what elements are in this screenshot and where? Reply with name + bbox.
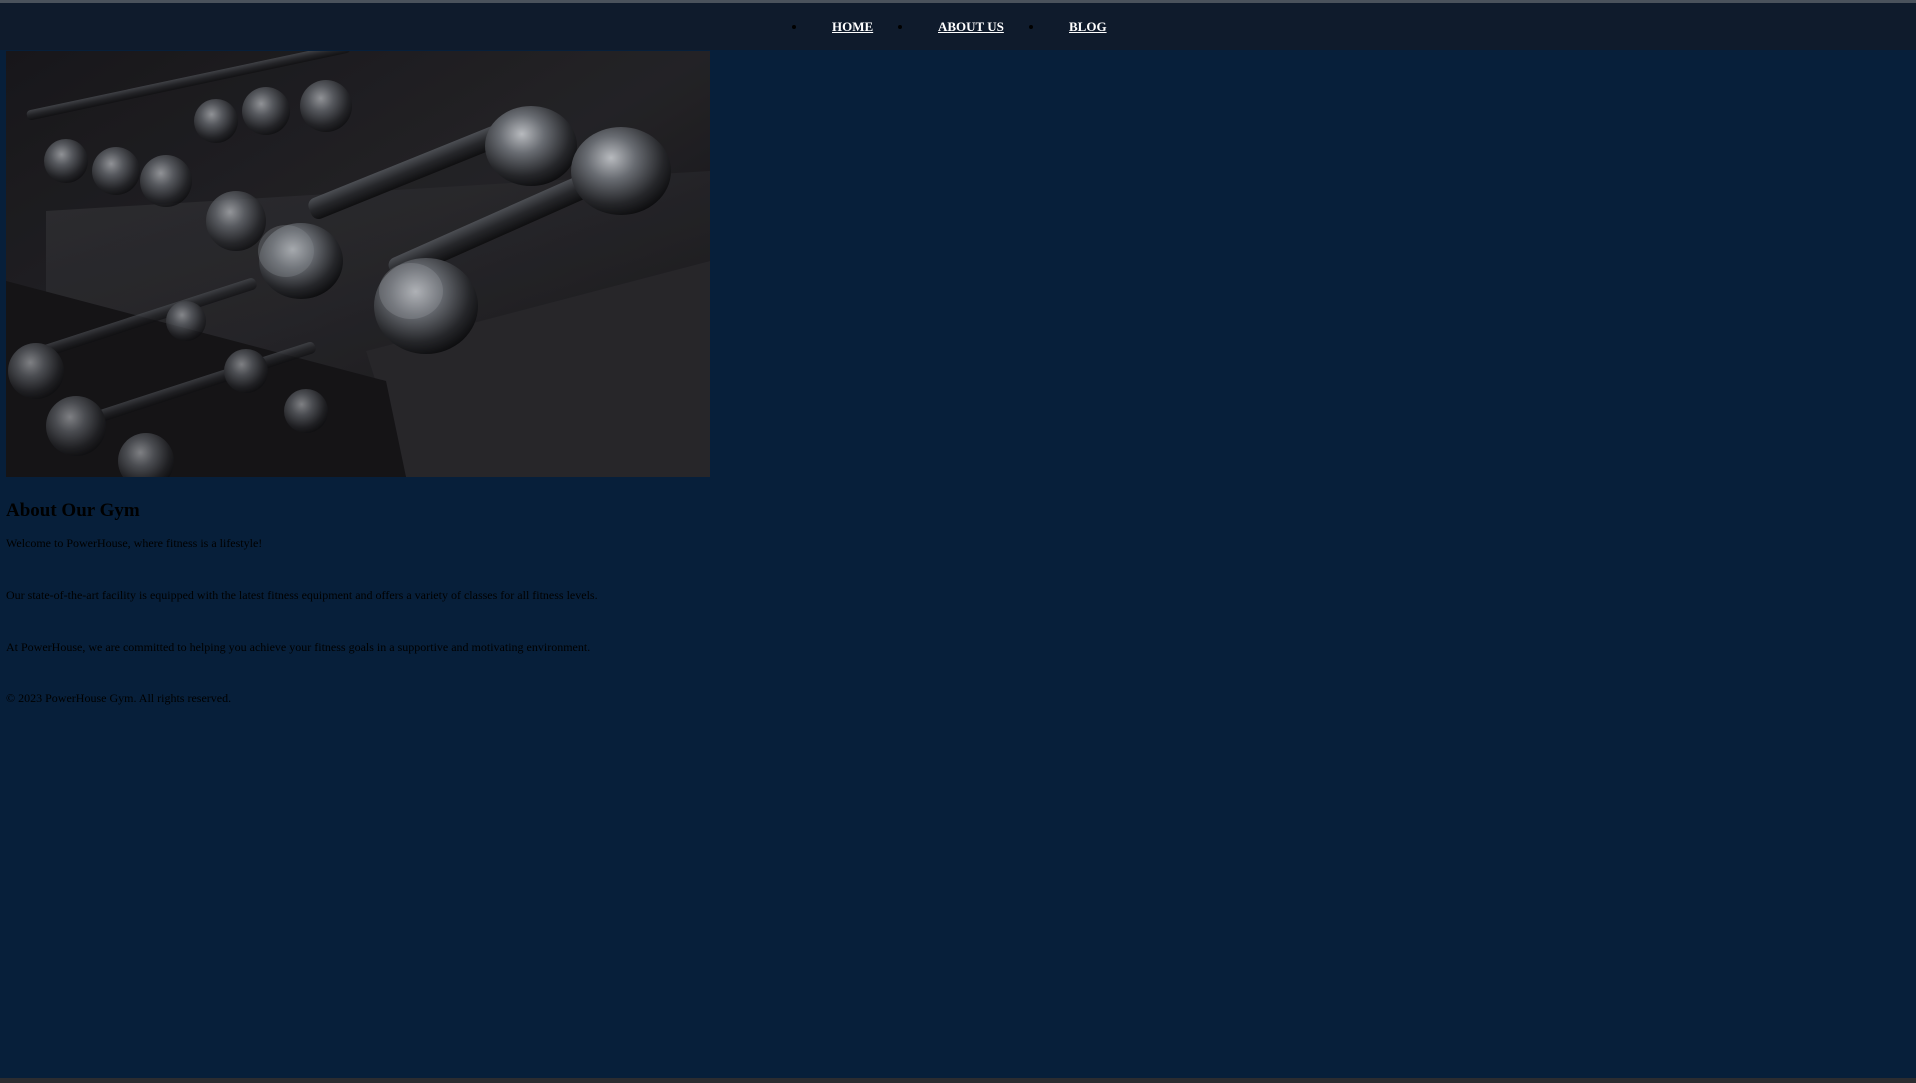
- bullet-icon: [1029, 25, 1033, 29]
- nav-link-about[interactable]: ABOUT US: [938, 19, 1004, 34]
- page-title: About Our Gym: [6, 500, 140, 521]
- footer-copyright: © 2023 PowerHouse Gym. All rights reserv…: [6, 691, 232, 705]
- top-navbar: HOME ABOUT US BLOG: [0, 3, 1916, 50]
- hero-image: [6, 51, 710, 477]
- bullet-icon: [898, 25, 902, 29]
- nav-item-home: HOME: [792, 18, 873, 35]
- nav-link-blog[interactable]: BLOG: [1069, 19, 1107, 34]
- nav-link-home[interactable]: HOME: [832, 19, 873, 34]
- bullet-icon: [792, 25, 796, 29]
- facility-paragraph: Our state-of-the-art facility is equippe…: [6, 588, 598, 602]
- intro-paragraph: Welcome to PowerHouse, where fitness is …: [6, 536, 263, 550]
- page: HOME ABOUT US BLOG About Our Gym Welcome…: [0, 0, 1916, 1078]
- dumbbell-rack-photo-icon: [6, 51, 710, 477]
- window-bottom-edge: [0, 1078, 1916, 1083]
- commitment-paragraph: At PowerHouse, we are committed to helpi…: [6, 640, 591, 654]
- nav-list: HOME ABOUT US BLOG: [0, 3, 1916, 50]
- nav-item-about: ABOUT US: [898, 18, 1004, 35]
- nav-item-blog: BLOG: [1029, 18, 1107, 35]
